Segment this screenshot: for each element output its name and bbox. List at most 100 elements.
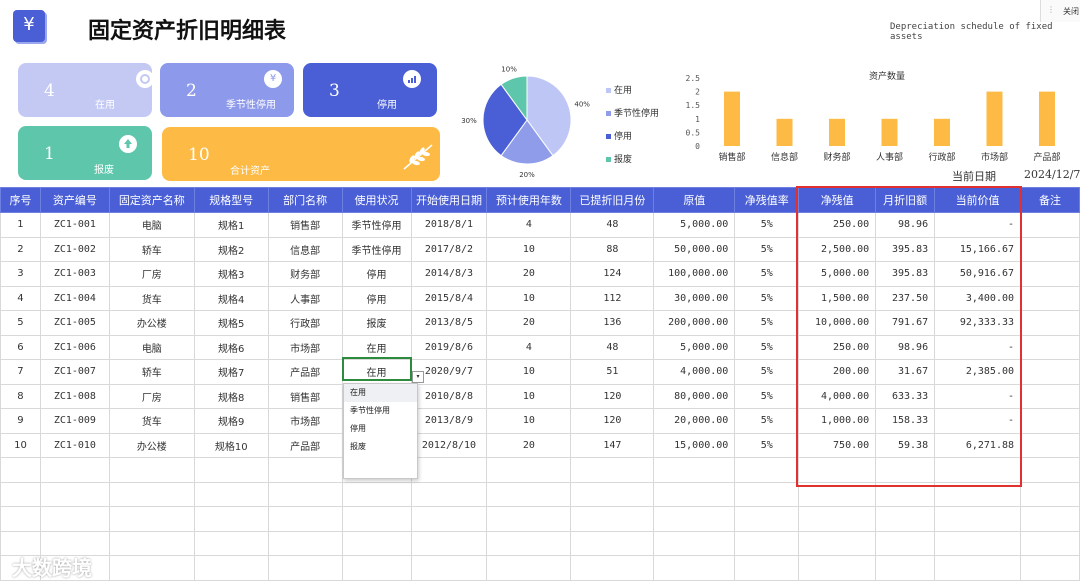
table-cell[interactable]: 30,000.00 — [653, 285, 736, 311]
empty-cell[interactable] — [570, 481, 655, 507]
dropdown-option[interactable]: 在用 — [344, 384, 417, 402]
table-cell[interactable]: 2017/8/2 — [410, 236, 488, 262]
dropdown-arrow-icon[interactable]: ▾ — [412, 371, 424, 383]
table-cell[interactable]: 4 — [486, 334, 572, 360]
table-row[interactable]: 10 ZC1-010 办公楼 规格10 产品部 2012/8/10 20 147 15,000.… — [0, 432, 1080, 458]
table-cell[interactable]: 791.67 — [875, 310, 936, 336]
column-header[interactable]: 固定资产名称 — [108, 187, 195, 213]
table-row[interactable]: 8 ZC1-008 厂房 规格8 销售部 2010/8/8 10 120 80,000.00 5%… — [0, 383, 1080, 409]
table-cell[interactable]: 5% — [734, 432, 800, 458]
table-cell[interactable]: 395.83 — [875, 261, 936, 287]
table-cell[interactable]: ZC1-009 — [39, 408, 110, 434]
table-cell[interactable]: 行政部 — [267, 310, 343, 336]
table-cell[interactable]: - — [934, 334, 1022, 360]
table-cell[interactable]: 10 — [486, 408, 572, 434]
table-cell[interactable]: 人事部 — [267, 285, 343, 311]
table-cell[interactable]: 电脑 — [108, 334, 195, 360]
table-cell[interactable]: 电脑 — [108, 212, 195, 238]
table-cell[interactable]: 15,000.00 — [653, 432, 736, 458]
empty-cell[interactable] — [39, 457, 110, 483]
column-header[interactable]: 开始使用日期 — [410, 187, 488, 213]
table-cell[interactable]: 季节性停用 — [341, 236, 412, 262]
empty-cell[interactable] — [875, 530, 936, 556]
table-cell[interactable]: 20 — [486, 310, 572, 336]
empty-cell[interactable] — [108, 555, 195, 581]
table-cell[interactable]: 2014/8/3 — [410, 261, 488, 287]
empty-cell[interactable] — [798, 506, 877, 532]
table-cell[interactable]: 200,000.00 — [653, 310, 736, 336]
table-cell[interactable]: 6,271.88 — [934, 432, 1022, 458]
empty-cell[interactable] — [734, 530, 800, 556]
empty-cell[interactable] — [341, 530, 412, 556]
table-cell[interactable]: - — [934, 383, 1022, 409]
table-row[interactable]: 6 ZC1-006 电脑 规格6 市场部 在用 2019/8/6 4 48 5,000.00 5% 2… — [0, 334, 1080, 360]
empty-cell[interactable] — [193, 457, 269, 483]
empty-cell[interactable] — [1020, 506, 1080, 532]
empty-cell[interactable] — [1020, 555, 1080, 581]
table-cell[interactable]: 10 — [486, 285, 572, 311]
table-row[interactable]: 4 ZC1-004 货车 规格4 人事部 停用 2015/8/4 10 112 30,000.00… — [0, 285, 1080, 311]
table-cell[interactable]: 5,000.00 — [653, 334, 736, 360]
table-cell[interactable]: 季节性停用 — [341, 212, 412, 238]
column-header[interactable]: 当前价值 — [934, 187, 1022, 213]
table-cell[interactable]: 办公楼 — [108, 432, 195, 458]
table-cell[interactable]: 产品部 — [267, 432, 343, 458]
table-cell[interactable]: 80,000.00 — [653, 383, 736, 409]
table-cell[interactable]: 20 — [486, 261, 572, 287]
table-cell[interactable]: 5% — [734, 236, 800, 262]
table-cell[interactable]: 120 — [570, 408, 655, 434]
table-row[interactable]: 7 ZC1-007 轿车 规格7 产品部 在用 2020/9/7 10 51 4,000.00 5%… — [0, 359, 1080, 385]
table-cell[interactable]: 规格4 — [193, 285, 269, 311]
empty-cell[interactable] — [653, 530, 736, 556]
table-cell[interactable]: 规格5 — [193, 310, 269, 336]
empty-row[interactable] — [0, 481, 1080, 507]
column-header[interactable]: 资产编号 — [39, 187, 110, 213]
table-row[interactable]: 3 ZC1-003 厂房 规格3 财务部 停用 2014/8/3 20 124 100,000.0… — [0, 261, 1080, 287]
empty-cell[interactable] — [486, 481, 572, 507]
empty-cell[interactable] — [798, 457, 877, 483]
empty-cell[interactable] — [108, 481, 195, 507]
empty-cell[interactable] — [39, 506, 110, 532]
empty-cell[interactable] — [267, 530, 343, 556]
table-cell[interactable]: 5% — [734, 383, 800, 409]
empty-cell[interactable] — [653, 481, 736, 507]
empty-cell[interactable] — [875, 481, 936, 507]
empty-cell[interactable] — [1020, 481, 1080, 507]
dropdown-option[interactable]: 季节性停用 — [344, 402, 417, 420]
table-cell[interactable] — [1020, 334, 1080, 360]
dropdown-option[interactable]: 报废 — [344, 438, 417, 456]
table-cell[interactable]: 销售部 — [267, 212, 343, 238]
table-cell[interactable]: - — [934, 212, 1022, 238]
table-cell[interactable]: 5,000.00 — [653, 212, 736, 238]
empty-cell[interactable] — [934, 457, 1022, 483]
empty-cell[interactable] — [934, 530, 1022, 556]
table-cell[interactable]: 3 — [0, 261, 41, 287]
table-cell[interactable]: 200.00 — [798, 359, 877, 385]
table-cell[interactable]: 4,000.00 — [653, 359, 736, 385]
empty-cell[interactable] — [570, 457, 655, 483]
column-header[interactable]: 月折旧额 — [875, 187, 936, 213]
table-cell[interactable]: 市场部 — [267, 408, 343, 434]
table-cell[interactable]: 9 — [0, 408, 41, 434]
empty-cell[interactable] — [410, 530, 488, 556]
card-scrapped[interactable]: 1 报废 — [18, 126, 152, 180]
empty-cell[interactable] — [410, 481, 488, 507]
table-cell[interactable]: 规格3 — [193, 261, 269, 287]
table-cell[interactable] — [1020, 432, 1080, 458]
column-header[interactable]: 已提折旧月份 — [570, 187, 655, 213]
table-cell[interactable]: 51 — [570, 359, 655, 385]
table-row[interactable]: 5 ZC1-005 办公楼 规格5 行政部 报废 2013/8/5 20 136 200,000.… — [0, 310, 1080, 336]
empty-cell[interactable] — [0, 481, 41, 507]
table-cell[interactable]: 395.83 — [875, 236, 936, 262]
empty-row[interactable] — [0, 506, 1080, 532]
table-cell[interactable]: ZC1-008 — [39, 383, 110, 409]
table-cell[interactable]: 4,000.00 — [798, 383, 877, 409]
table-cell[interactable]: 2018/8/1 — [410, 212, 488, 238]
table-cell[interactable]: 1 — [0, 212, 41, 238]
table-cell[interactable]: 规格7 — [193, 359, 269, 385]
empty-cell[interactable] — [39, 481, 110, 507]
table-cell[interactable]: 136 — [570, 310, 655, 336]
table-cell[interactable]: 信息部 — [267, 236, 343, 262]
table-cell[interactable]: 4 — [0, 285, 41, 311]
table-cell[interactable] — [1020, 285, 1080, 311]
